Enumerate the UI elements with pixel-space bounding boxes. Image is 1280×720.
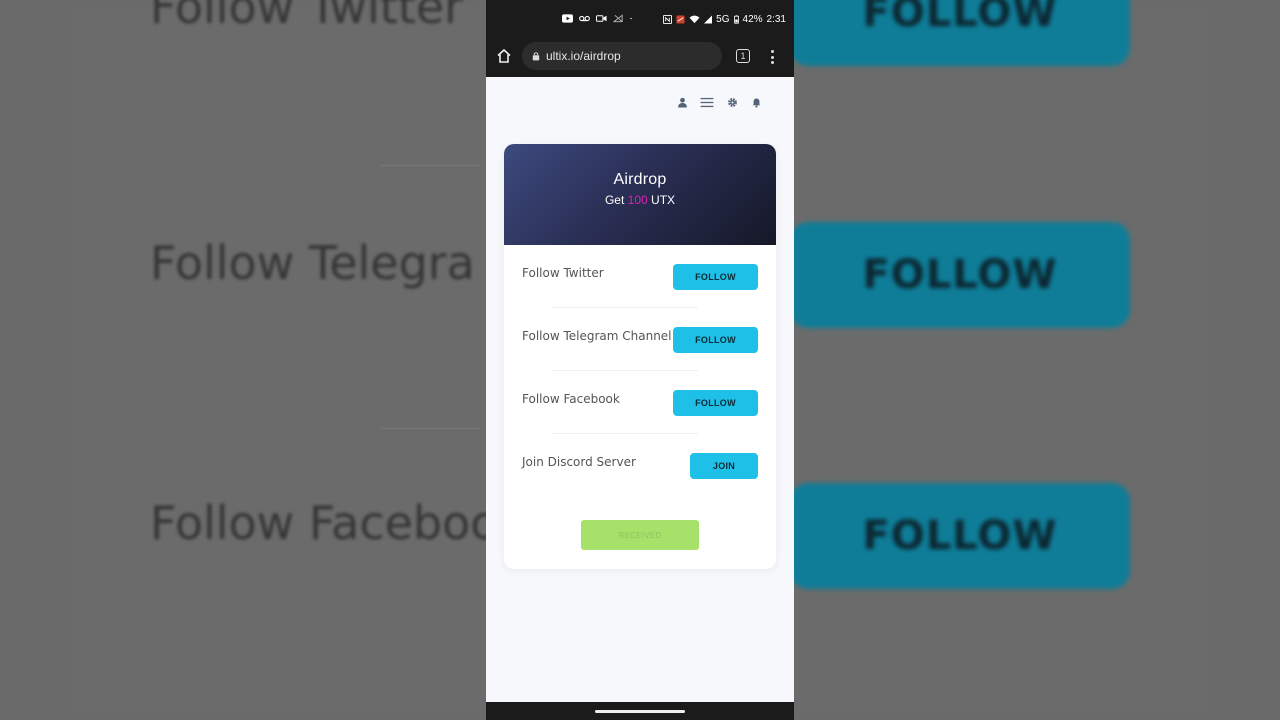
address-bar[interactable]: ultix.io/airdrop <box>522 42 722 70</box>
background-follow-button: FOLLOW <box>790 483 1130 589</box>
background-follow-button: FOLLOW <box>790 222 1130 328</box>
background-follow-button: FOLLOW <box>790 0 1130 66</box>
clock: 2:31 <box>766 14 786 25</box>
background-divider <box>380 428 480 429</box>
signal-off-icon <box>613 14 623 23</box>
card-header: Airdrop Get 100 UTX <box>504 144 776 245</box>
phone-screen: 5G 42% 2:31 ultix.io/airdrop 1 Airdrop G… <box>486 0 794 720</box>
data-saver-icon <box>676 15 685 24</box>
status-bar: 5G 42% 2:31 <box>486 0 794 40</box>
user-icon[interactable] <box>676 96 688 108</box>
menu-dot <box>770 50 774 53</box>
task-row-facebook: Follow Facebook FOLLOW <box>522 371 758 434</box>
background-text-twitter: Follow Twitter <box>150 0 464 34</box>
background-right-panel <box>790 0 1210 720</box>
video-call-icon <box>596 15 607 22</box>
site-toolbar <box>676 96 762 108</box>
task-label: Join Discord Server <box>522 455 636 469</box>
youtube-icon <box>562 14 573 23</box>
background-text-telegram: Follow Telegra <box>150 236 475 290</box>
received-button[interactable]: RECEIVED <box>581 520 699 550</box>
nfc-icon <box>663 15 673 24</box>
task-label: Follow Twitter <box>522 266 604 280</box>
url-text: ultix.io/airdrop <box>546 49 621 63</box>
card-subtitle: Get 100 UTX <box>504 193 776 207</box>
follow-twitter-button[interactable]: FOLLOW <box>673 264 758 290</box>
home-icon[interactable] <box>496 48 512 64</box>
hamburger-menu-icon[interactable] <box>700 96 714 108</box>
cell-signal-icon <box>704 15 713 24</box>
bell-icon[interactable] <box>750 96 762 108</box>
system-nav-bar <box>486 702 794 720</box>
task-label: Follow Facebook <box>522 392 620 406</box>
subtitle-prefix: Get <box>604 193 625 207</box>
currency-label: UTX <box>651 193 676 207</box>
tab-switcher-button[interactable]: 1 <box>736 49 750 63</box>
notification-icons <box>562 14 635 23</box>
menu-dot <box>770 61 774 64</box>
follow-telegram-button[interactable]: FOLLOW <box>673 327 758 353</box>
join-discord-button[interactable]: JOIN <box>690 453 758 479</box>
wifi-icon <box>689 15 700 24</box>
follow-facebook-button[interactable]: FOLLOW <box>673 390 758 416</box>
task-row-twitter: Follow Twitter FOLLOW <box>522 245 758 308</box>
task-row-telegram: Follow Telegram Channel FOLLOW <box>522 308 758 371</box>
browser-toolbar: ultix.io/airdrop 1 <box>486 40 794 77</box>
system-status: 5G 42% 2:31 <box>663 14 786 25</box>
task-label: Follow Telegram Channel <box>522 329 672 343</box>
browser-menu-button[interactable] <box>768 48 776 66</box>
airdrop-card: Airdrop Get 100 UTX Follow Twitter FOLLO… <box>504 144 776 569</box>
menu-dot <box>770 55 774 59</box>
background-divider <box>380 165 480 166</box>
airdrop-amount: 100 <box>627 193 648 207</box>
lock-icon <box>532 52 540 61</box>
dot-icon <box>630 17 632 20</box>
card-title: Airdrop <box>613 171 667 188</box>
network-type: 5G <box>716 14 730 25</box>
battery-icon <box>733 15 739 24</box>
background-text-facebook: Follow Faceboo <box>150 496 499 550</box>
battery-level: 42% <box>742 14 763 25</box>
background-left-panel <box>70 0 490 720</box>
voicemail-icon <box>579 15 590 22</box>
gear-icon[interactable] <box>726 96 738 108</box>
task-row-discord: Join Discord Server JOIN <box>522 434 758 497</box>
gesture-handle[interactable] <box>595 710 685 713</box>
page-content: Airdrop Get 100 UTX Follow Twitter FOLLO… <box>486 77 794 702</box>
